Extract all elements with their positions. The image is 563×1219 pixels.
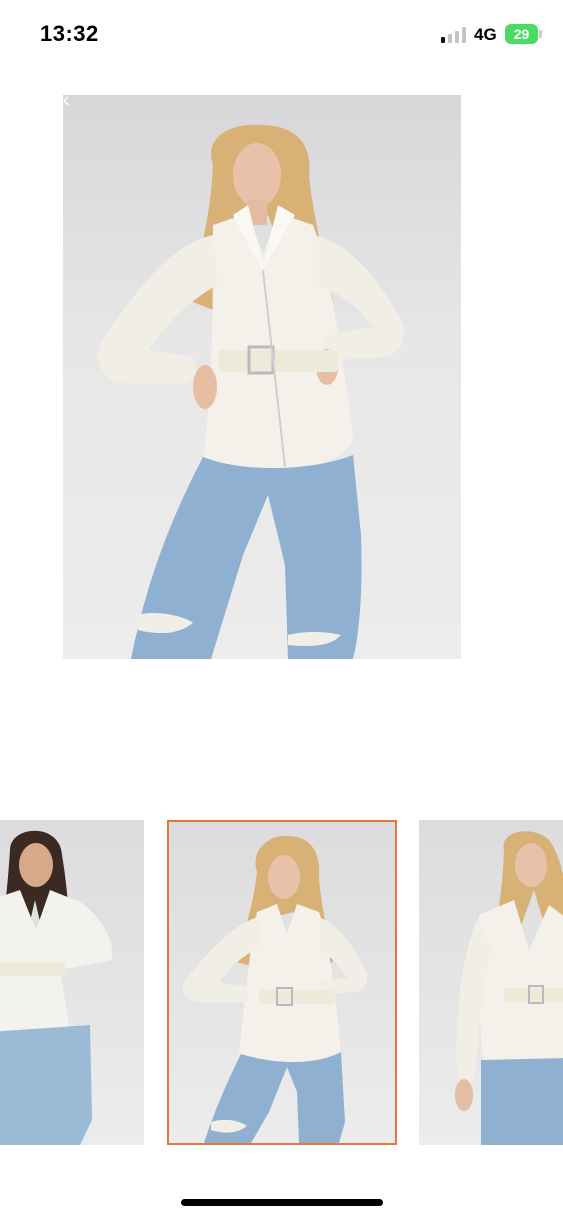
thumbnail-2-selected[interactable] bbox=[167, 820, 397, 1145]
main-product-image[interactable] bbox=[63, 95, 461, 659]
battery-icon: 29 bbox=[505, 24, 538, 44]
home-indicator[interactable] bbox=[181, 1199, 383, 1206]
model-photo-blonde-front-thumbnail-icon bbox=[182, 835, 368, 1143]
model-photo-brunette-thumbnail-icon bbox=[0, 830, 113, 1145]
network-type: 4G bbox=[474, 25, 497, 44]
status-bar: 13:32 4G 29 bbox=[0, 0, 563, 70]
battery-tip-icon bbox=[539, 30, 542, 38]
thumbnail-1[interactable] bbox=[0, 820, 144, 1145]
thumbnail-3[interactable] bbox=[419, 820, 563, 1145]
status-time: 13:32 bbox=[40, 21, 99, 46]
chevron-left-icon[interactable] bbox=[61, 96, 71, 106]
battery-level: 29 bbox=[513, 26, 530, 42]
cellular-signal-icon bbox=[441, 27, 467, 43]
model-photo-blonde-side-thumbnail-icon bbox=[455, 831, 563, 1145]
